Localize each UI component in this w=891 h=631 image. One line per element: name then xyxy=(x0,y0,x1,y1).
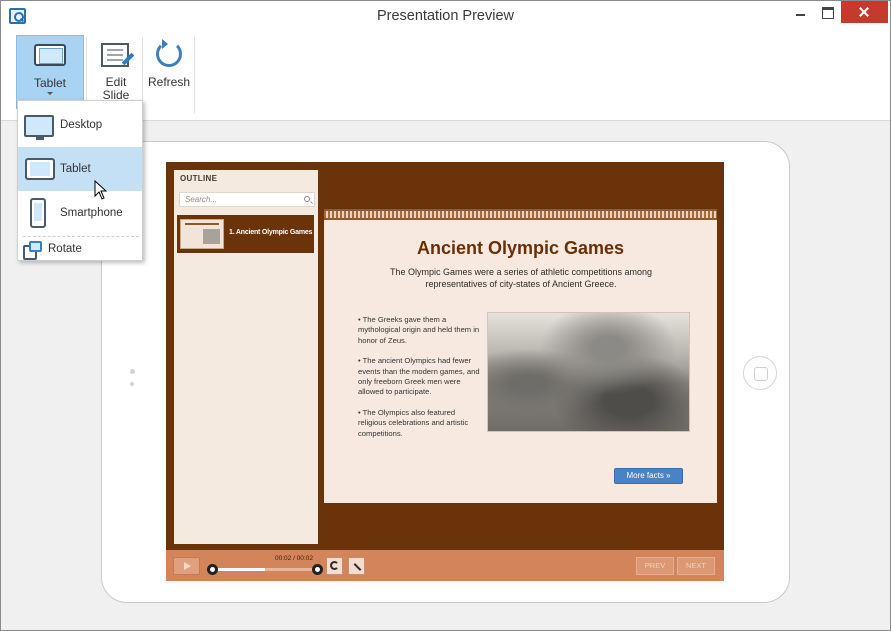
window-title: Presentation Preview xyxy=(376,8,514,24)
tablet-icon xyxy=(34,44,66,66)
rotate-icon xyxy=(23,241,42,260)
fullscreen-button[interactable] xyxy=(348,557,365,575)
bullet-item: • The ancient Olympics had fewer events … xyxy=(358,356,480,397)
title-bar: Presentation Preview xyxy=(1,1,890,32)
menu-item-label: Smartphone xyxy=(60,207,123,219)
expand-icon xyxy=(353,563,362,571)
search-placeholder: Search... xyxy=(185,195,218,204)
prev-button[interactable]: PREV xyxy=(636,557,674,575)
play-button[interactable] xyxy=(173,557,200,575)
outline-title: OUTLINE xyxy=(180,174,218,183)
more-facts-button[interactable]: More facts » xyxy=(614,468,683,484)
sensor-icon xyxy=(130,382,134,386)
seek-start-handle[interactable] xyxy=(207,564,218,575)
next-button[interactable]: NEXT xyxy=(677,557,715,575)
bullet-item: • The Olympics also featured religious c… xyxy=(358,407,469,438)
edit-slide-icon xyxy=(101,43,129,67)
outline-item-label: 1. Ancient Olympic Games xyxy=(229,229,313,236)
menu-item-smartphone[interactable]: Smartphone xyxy=(18,191,142,235)
greek-key-border xyxy=(324,209,717,220)
device-tablet-button[interactable]: Tablet xyxy=(16,35,84,109)
refresh-label: Refresh xyxy=(147,75,191,89)
menu-item-tablet[interactable]: Tablet xyxy=(18,147,142,191)
outline-search-input[interactable]: Search... xyxy=(179,192,315,207)
seek-track[interactable] xyxy=(212,568,318,571)
desktop-icon xyxy=(24,115,54,140)
search-icon xyxy=(304,196,310,202)
outline-panel: OUTLINE Search... 1. Ancient Olympic Gam… xyxy=(174,170,318,544)
slide-thumbnail xyxy=(180,219,224,249)
close-button[interactable] xyxy=(841,1,888,23)
ancient-olympia-image xyxy=(487,312,690,432)
playback-time: 00:02 / 00:02 xyxy=(275,555,313,562)
device-button-label: Tablet xyxy=(33,76,67,90)
menu-item-label: Tablet xyxy=(60,163,91,175)
smartphone-icon xyxy=(30,198,46,228)
home-button-icon xyxy=(743,356,777,390)
maximize-button[interactable] xyxy=(813,1,843,25)
camera-icon xyxy=(130,369,135,374)
refresh-icon xyxy=(156,39,182,67)
slide-title: Ancient Olympic Games xyxy=(416,238,625,258)
device-dropdown-menu: Desktop Tablet Smartphone Rotate xyxy=(17,100,143,261)
menu-item-label: Desktop xyxy=(60,119,103,131)
menu-item-rotate[interactable]: Rotate xyxy=(18,238,142,260)
tablet-icon xyxy=(25,158,55,180)
seek-progress xyxy=(212,568,265,571)
chevron-down-icon xyxy=(47,92,53,95)
replay-icon xyxy=(330,561,339,570)
seek-end-handle[interactable] xyxy=(312,564,323,575)
slide-subtitle: The Olympic Games were a series of athle… xyxy=(389,267,653,289)
menu-item-desktop[interactable]: Desktop xyxy=(18,103,142,147)
replay-button[interactable] xyxy=(326,557,343,575)
outline-item[interactable]: 1. Ancient Olympic Games xyxy=(177,215,314,253)
refresh-button[interactable]: Refresh xyxy=(144,35,194,109)
bullet-item: • The Greeks gave them a mythological or… xyxy=(358,315,480,345)
slide-bullets: • The Greeks gave them a mythological or… xyxy=(358,315,482,449)
ribbon-divider xyxy=(194,37,195,113)
menu-item-label: Rotate xyxy=(48,243,82,255)
menu-divider xyxy=(23,236,139,237)
edit-slide-button[interactable]: Edit Slide xyxy=(89,35,143,109)
